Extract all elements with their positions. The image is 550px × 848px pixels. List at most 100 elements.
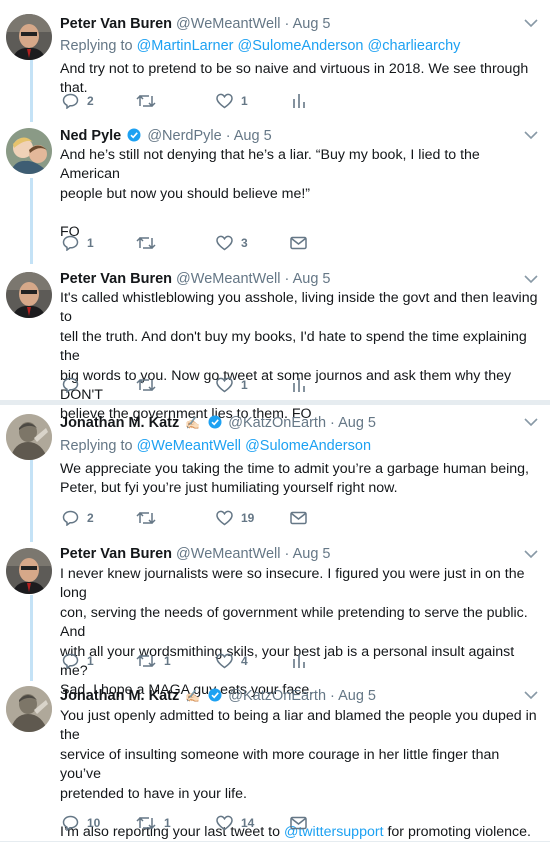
tweet-header: Jonathan M. Katz ✍🏻 @KatzOnEarth · Aug 5: [60, 687, 376, 705]
quill-emoji: ✍🏻: [185, 416, 201, 430]
retweet-count: 1: [164, 654, 171, 668]
user-handle[interactable]: @WeMeantWell: [176, 546, 280, 562]
heart-icon: [216, 93, 233, 109]
retweet-button[interactable]: [136, 508, 164, 528]
avatar[interactable]: [6, 686, 52, 732]
avatar[interactable]: [6, 548, 52, 594]
display-name[interactable]: Jonathan M. Katz: [60, 688, 179, 704]
tweet-actions: 1 1 4: [62, 651, 362, 671]
reply-button[interactable]: 2: [62, 508, 94, 528]
user-handle[interactable]: @KatzOnEarth: [228, 688, 326, 704]
analytics-button[interactable]: [292, 375, 306, 395]
timestamp[interactable]: · Aug 5: [285, 546, 331, 562]
replying-to: Replying to @MartinLarner @SulomeAnderso…: [60, 37, 460, 55]
chevron-down-icon[interactable]: [524, 417, 538, 427]
mention-link[interactable]: @charliearchy: [368, 38, 461, 54]
retweet-icon: [136, 816, 156, 830]
tweet-text-line: We appreciate you taking the time to adm…: [60, 461, 529, 477]
tweet[interactable]: Jonathan M. Katz ✍🏻 @KatzOnEarth · Aug 5…: [0, 406, 550, 542]
tweet-text-line: people but now you should believe me!”: [60, 185, 311, 202]
avatar[interactable]: [6, 414, 52, 460]
user-handle[interactable]: @KatzOnEarth: [228, 415, 326, 431]
timestamp[interactable]: · Aug 5: [330, 688, 376, 704]
avatar[interactable]: [6, 14, 52, 60]
analytics-icon: [293, 94, 305, 108]
tweet-text-line: You just openly admitted to being a liar…: [60, 708, 537, 744]
analytics-icon: [293, 654, 305, 668]
retweet-icon: [136, 94, 156, 108]
tweet[interactable]: Ned Pyle @NerdPyle · Aug 5 And he’s stil…: [0, 124, 550, 264]
mention-link[interactable]: @SulomeAnderson: [245, 438, 371, 454]
chevron-down-icon[interactable]: [524, 130, 538, 140]
display-name[interactable]: Jonathan M. Katz: [60, 415, 179, 431]
reply-button[interactable]: 2: [62, 91, 94, 111]
retweet-button[interactable]: [136, 91, 164, 111]
mention-link[interactable]: @MartinLarner: [137, 38, 234, 54]
tweet[interactable]: Peter Van Buren @WeMeantWell · Aug 5 It'…: [0, 264, 550, 422]
timestamp[interactable]: · Aug 5: [285, 16, 331, 32]
tweet-actions: 2 19: [62, 508, 362, 528]
reply-button[interactable]: [62, 375, 87, 395]
like-count: 14: [241, 816, 255, 830]
chevron-down-icon[interactable]: [524, 274, 538, 284]
analytics-button[interactable]: [292, 651, 306, 671]
like-button[interactable]: 1: [216, 91, 248, 111]
retweet-button[interactable]: 1: [136, 651, 171, 671]
heart-icon: [216, 510, 233, 526]
avatar[interactable]: [6, 128, 52, 174]
reply-button[interactable]: 1: [62, 233, 94, 253]
reply-icon: [62, 815, 79, 831]
display-name[interactable]: Peter Van Buren: [60, 16, 172, 32]
tweet-text-line: service of insulting someone with more c…: [60, 746, 500, 783]
chevron-down-icon[interactable]: [524, 690, 538, 700]
chevron-down-icon[interactable]: [524, 549, 538, 559]
tweet[interactable]: Jonathan M. Katz ✍🏻 @KatzOnEarth · Aug 5…: [0, 680, 550, 840]
direct-message-button[interactable]: [290, 813, 307, 833]
chevron-down-icon[interactable]: [524, 18, 538, 28]
like-button[interactable]: 3: [216, 233, 248, 253]
replying-to-label: Replying to: [60, 438, 133, 454]
like-button[interactable]: 4: [216, 651, 248, 671]
user-handle[interactable]: @NerdPyle: [147, 128, 221, 144]
like-button[interactable]: 19: [216, 508, 254, 528]
tweet[interactable]: Peter Van Buren @WeMeantWell · Aug 5 Rep…: [0, 6, 550, 124]
tweet-thread: Peter Van Buren @WeMeantWell · Aug 5 Rep…: [0, 0, 550, 848]
mention-link[interactable]: @WeMeantWell: [137, 438, 241, 454]
conversation-divider: [0, 400, 550, 405]
reply-button[interactable]: 1: [62, 651, 94, 671]
user-handle[interactable]: @WeMeantWell: [176, 16, 280, 32]
tweet[interactable]: Peter Van Buren @WeMeantWell · Aug 5 I n…: [0, 542, 550, 698]
like-button[interactable]: 14: [216, 813, 254, 833]
reply-count: 1: [87, 654, 94, 668]
display-name[interactable]: Ned Pyle: [60, 128, 121, 144]
mention-link[interactable]: @SulomeAnderson: [238, 38, 364, 54]
verified-badge-icon: [127, 128, 141, 142]
direct-message-button[interactable]: [290, 508, 307, 528]
direct-message-button[interactable]: [290, 233, 307, 253]
display-name[interactable]: Peter Van Buren: [60, 271, 172, 287]
analytics-button[interactable]: [292, 91, 306, 111]
retweet-icon: [136, 236, 156, 250]
reply-button[interactable]: 10: [62, 813, 100, 833]
verified-badge-icon: [208, 415, 222, 429]
tweet-actions: 1: [62, 375, 362, 395]
timestamp[interactable]: · Aug 5: [330, 415, 376, 431]
heart-icon: [216, 653, 233, 669]
user-handle[interactable]: @WeMeantWell: [176, 271, 280, 287]
avatar[interactable]: [6, 272, 52, 318]
like-count: 19: [241, 511, 255, 525]
timestamp[interactable]: · Aug 5: [226, 128, 272, 144]
like-button[interactable]: 1: [216, 375, 248, 395]
heart-icon: [216, 235, 233, 251]
replying-to-label: Replying to: [60, 38, 133, 54]
reply-icon: [62, 235, 79, 251]
timestamp[interactable]: · Aug 5: [285, 271, 331, 287]
retweet-button[interactable]: [136, 233, 164, 253]
tweet-text-segment: for promoting violence.: [383, 824, 531, 841]
message-icon: [290, 236, 307, 250]
retweet-button[interactable]: 1: [136, 813, 171, 833]
retweet-icon: [136, 654, 156, 668]
display-name[interactable]: Peter Van Buren: [60, 546, 172, 562]
retweet-button[interactable]: [136, 375, 164, 395]
message-icon: [290, 511, 307, 525]
